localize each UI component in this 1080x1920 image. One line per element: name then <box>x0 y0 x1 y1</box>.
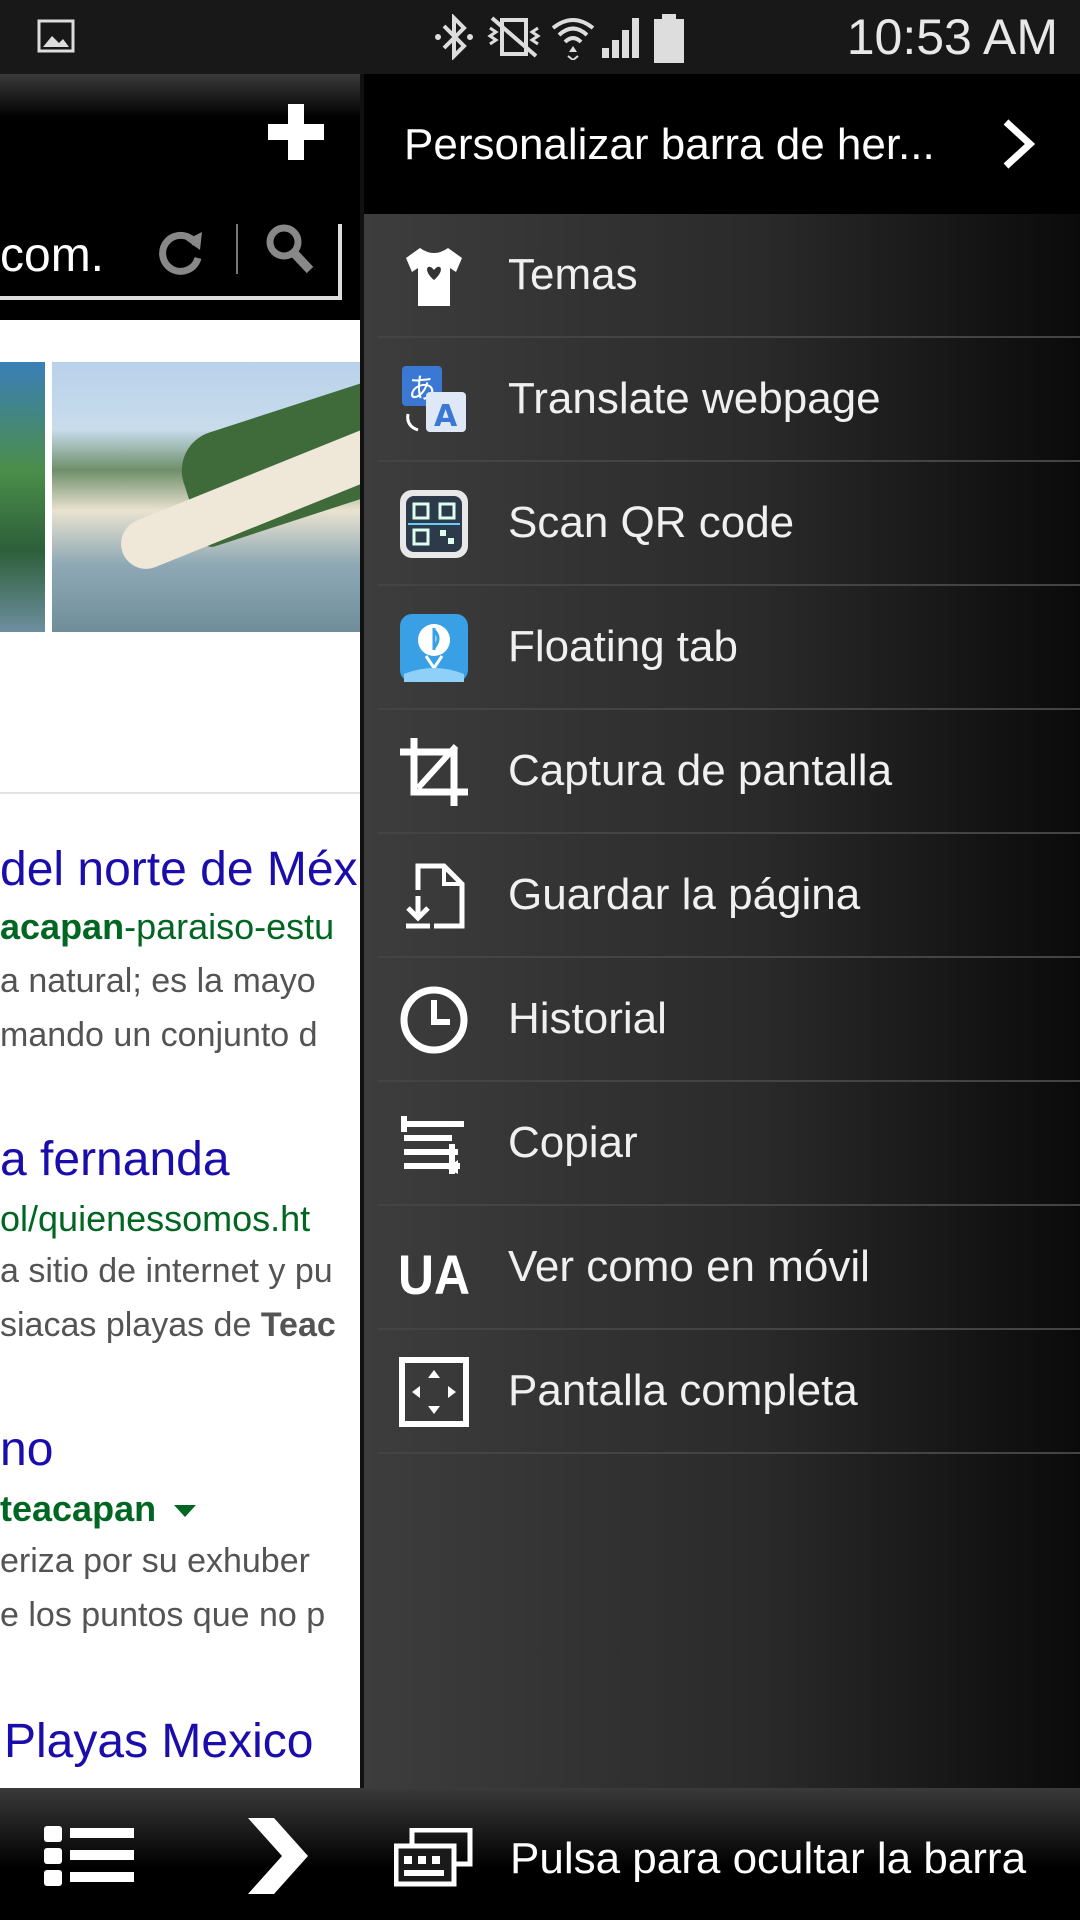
menu-item-captura-de-pantalla[interactable]: Captura de pantalla <box>378 710 1080 834</box>
browser-page: com. del norte de Méx acapan-paraiso-est… <box>0 74 360 1788</box>
url-divider <box>236 224 238 274</box>
tab-bar <box>0 74 360 184</box>
menu-item-pantalla-completa[interactable]: Pantalla completa <box>378 1330 1080 1454</box>
result-title[interactable]: no <box>0 1422 53 1477</box>
signal-icon <box>602 18 639 58</box>
menu-item-label: Guardar la página <box>508 870 861 919</box>
result-url-rest: -paraiso-estu <box>124 906 335 947</box>
bottom-toolbar: Pulsa para ocultar la barra <box>0 1788 1080 1920</box>
crop-icon <box>400 738 468 806</box>
drawer-menu: Temas あ A Translate webpage Scan QR code… <box>378 214 1080 1454</box>
hide-toolbar-icon[interactable] <box>394 1828 474 1888</box>
result-snippet-bold: Teac <box>260 1306 336 1344</box>
drawer-title[interactable]: Personalizar barra de her... <box>404 120 935 170</box>
menu-item-label: Captura de pantalla <box>508 746 893 795</box>
tshirt-icon <box>406 248 462 306</box>
menu-item-translate-webpage[interactable]: あ A Translate webpage <box>378 338 1080 462</box>
dropdown-arrow-icon[interactable] <box>174 1505 197 1518</box>
save-page-icon <box>406 863 465 929</box>
copy-icon <box>401 1116 464 1174</box>
forward-icon[interactable] <box>244 1814 312 1898</box>
menu-item-ver-como-en-movil[interactable]: UA Ver como en móvil <box>378 1206 1080 1330</box>
menu-item-label: Temas <box>508 250 638 299</box>
result-url-bold: teacapan <box>0 1488 157 1529</box>
result-image-beach[interactable] <box>52 362 360 632</box>
menu-item-label: Copiar <box>508 1118 638 1167</box>
qr-code-icon <box>400 490 468 558</box>
address-bar: com. <box>0 184 360 320</box>
menu-item-label: Ver como en móvil <box>508 1242 870 1291</box>
url-text[interactable]: com. <box>0 228 104 283</box>
new-tab-button[interactable] <box>268 104 324 160</box>
menu-item-temas[interactable]: Temas <box>378 214 1080 338</box>
result-snippet: a sitio de internet y pu <box>0 1252 333 1290</box>
status-bar: 10:53 AM <box>0 0 1080 74</box>
svg-text:UA: UA <box>398 1243 470 1304</box>
toolbar-drawer: Personalizar barra de her... Temas あ A T… <box>360 74 1080 1788</box>
gallery-notification-icon <box>37 19 75 53</box>
result-title[interactable]: a fernanda <box>0 1132 230 1187</box>
result-snippet-text: siacas playas de <box>0 1306 261 1344</box>
result-snippet: eriza por su exhuber <box>0 1542 310 1580</box>
ua-icon: UA <box>398 1243 470 1304</box>
menu-item-guardar-la-pagina[interactable]: Guardar la página <box>378 834 1080 958</box>
result-url[interactable]: ol/quienessomos.ht <box>0 1198 310 1240</box>
result-snippet: e los puntos que no p <box>0 1596 326 1634</box>
result-url[interactable]: acapan-paraiso-estu <box>0 906 334 948</box>
drawer-header[interactable]: Personalizar barra de her... <box>364 74 1080 214</box>
menu-item-label: Historial <box>508 994 667 1043</box>
floating-tab-icon <box>400 614 468 682</box>
battery-icon <box>654 14 684 63</box>
menu-item-label: Scan QR code <box>508 498 795 547</box>
translate-icon: あ A <box>402 366 466 434</box>
search-icon[interactable] <box>262 220 318 280</box>
menu-item-floating-tab[interactable]: Floating tab <box>378 586 1080 710</box>
menu-item-historial[interactable]: Historial <box>378 958 1080 1082</box>
result-image-thumbnail[interactable] <box>0 362 45 632</box>
menu-item-label: Floating tab <box>508 622 738 671</box>
wifi-icon <box>551 18 595 60</box>
result-snippet: mando un conjunto d <box>0 1016 318 1054</box>
vibrate-mute-icon <box>487 16 541 58</box>
menu-item-scan-qr-code[interactable]: Scan QR code <box>378 462 1080 586</box>
menu-item-label: Pantalla completa <box>508 1366 858 1415</box>
fullscreen-icon <box>399 1357 469 1427</box>
svg-text:A: A <box>434 399 458 434</box>
chevron-right-icon[interactable] <box>994 114 1044 174</box>
result-title[interactable]: del norte de Méx <box>0 842 358 897</box>
refresh-icon[interactable] <box>150 222 210 282</box>
bluetooth-icon <box>435 14 473 60</box>
result-url-bold: acapan <box>0 906 125 947</box>
menu-item-copiar[interactable]: Copiar <box>378 1082 1080 1206</box>
result-snippet: a natural; es la mayo <box>0 962 316 1000</box>
clock-icon <box>400 986 468 1054</box>
clock: 10:53 AM <box>846 9 1058 65</box>
results-divider <box>0 792 360 794</box>
result-title[interactable]: Playas Mexico <box>4 1714 313 1769</box>
menu-item-label: Translate webpage <box>508 374 881 423</box>
list-menu-icon[interactable] <box>42 1824 138 1888</box>
result-snippet: siacas playas de Teac <box>0 1306 336 1345</box>
result-url[interactable]: teacapan <box>0 1488 197 1530</box>
hide-toolbar-label[interactable]: Pulsa para ocultar la barra <box>510 1834 1026 1884</box>
